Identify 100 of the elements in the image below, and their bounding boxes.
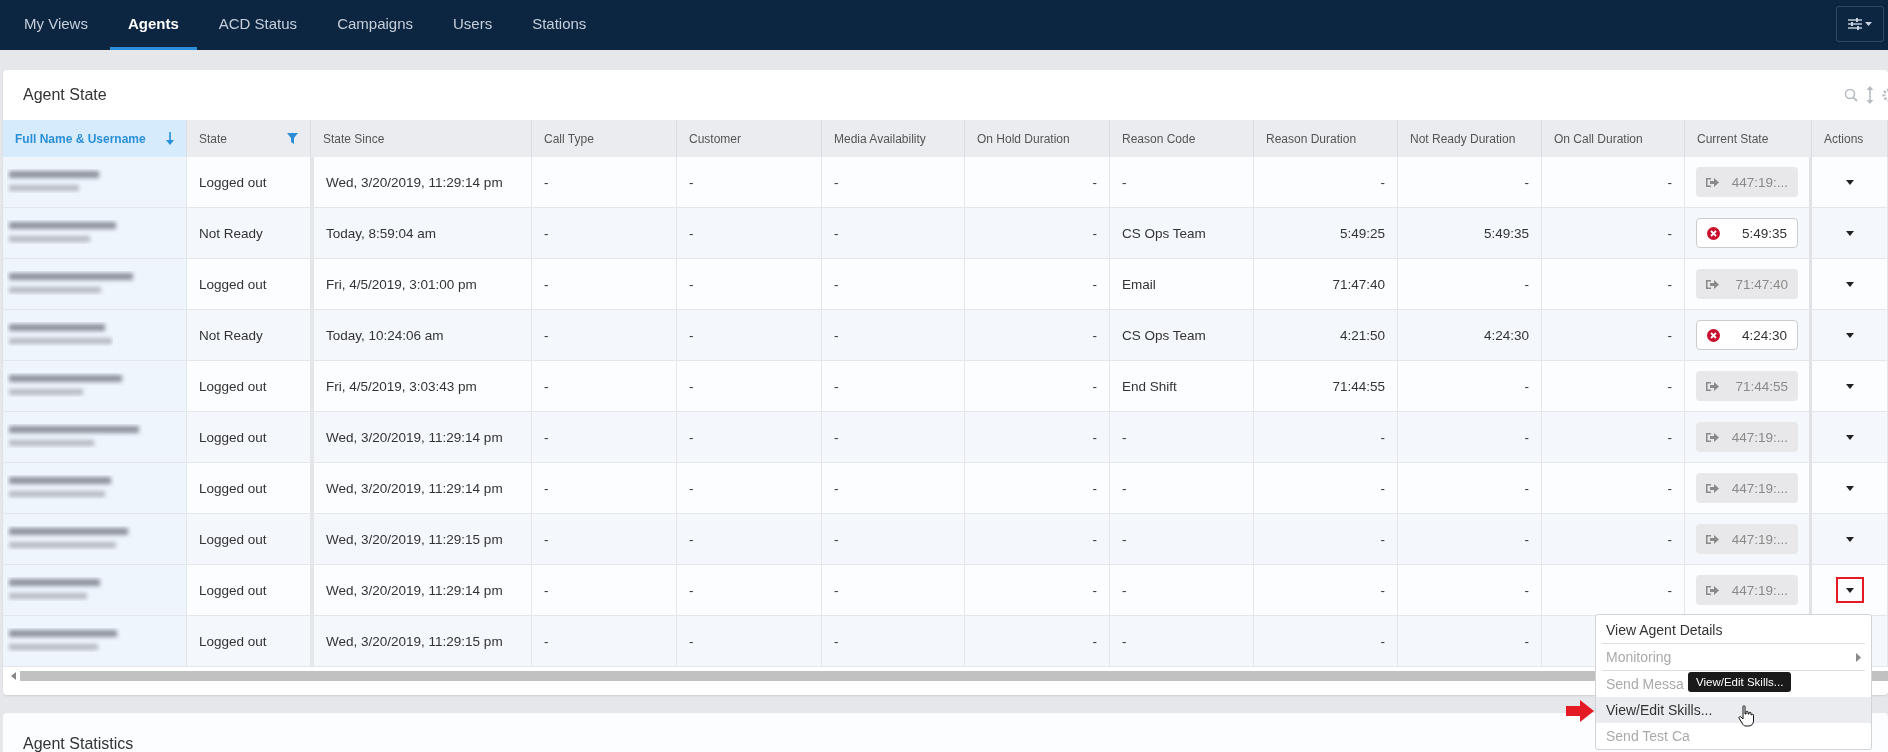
column-header[interactable]: Media Availability	[822, 120, 965, 157]
table-cell: -	[822, 463, 965, 514]
nav-tab[interactable]: ACD Status	[200, 0, 316, 50]
table-cell: -	[1110, 616, 1254, 667]
table-cell: -	[532, 208, 677, 259]
table-cell: Logged out	[187, 157, 311, 208]
caret-icon	[1845, 332, 1854, 338]
table-cell: -	[1254, 412, 1398, 463]
logout-icon	[1706, 176, 1719, 188]
table-cell: -	[1542, 514, 1685, 565]
table-cell: Wed, 3/20/2019, 11:29:14 pm	[311, 463, 532, 514]
panel-title: Agent State	[23, 86, 107, 104]
not-ready-icon	[1707, 328, 1720, 342]
actions-dropdown-button[interactable]	[1835, 577, 1864, 603]
table-cell: -	[677, 361, 822, 412]
state-timer-badge: 71:47:40	[1696, 269, 1798, 299]
table-cell: -	[1398, 412, 1542, 463]
menu-item[interactable]: View/Edit Skills...	[1596, 697, 1871, 723]
table-cell: CS Ops Team	[1110, 208, 1254, 259]
table-cell: -	[677, 514, 822, 565]
caret-icon	[1845, 179, 1854, 185]
table-cell: -	[1398, 463, 1542, 514]
table-cell: -	[1110, 463, 1254, 514]
table-cell: CS Ops Team	[1110, 310, 1254, 361]
state-timer-badge: 71:44:55	[1696, 371, 1798, 401]
table-cell: -	[965, 463, 1110, 514]
state-timer-badge: 4:24:30	[1696, 320, 1798, 350]
table-cell: -	[677, 412, 822, 463]
filter-icon[interactable]	[287, 133, 298, 144]
table-cell: -	[822, 412, 965, 463]
state-timer-badge: 447:19:...	[1696, 422, 1798, 452]
table-cell: -	[532, 157, 677, 208]
table-cell: -	[965, 310, 1110, 361]
table-cell: -	[965, 259, 1110, 310]
table-cell: -	[677, 463, 822, 514]
column-header[interactable]: Not Ready Duration	[1398, 120, 1542, 157]
table-cell: -	[965, 412, 1110, 463]
table-cell: -	[965, 361, 1110, 412]
sort-down-icon[interactable]	[166, 132, 174, 145]
table-cell: -	[1254, 565, 1398, 616]
table-cell: Not Ready	[187, 208, 311, 259]
table-cell: -	[822, 361, 965, 412]
table-cell: -	[965, 565, 1110, 616]
caret-icon	[1845, 230, 1854, 236]
panel-title: Agent Statistics	[23, 735, 134, 752]
column-header[interactable]: Reason Code	[1110, 120, 1254, 157]
table-cell: -	[677, 208, 822, 259]
column-header[interactable]: On Call Duration	[1542, 120, 1685, 157]
settings-menu-button[interactable]	[1836, 6, 1884, 42]
table-cell: Logged out	[187, 514, 311, 565]
table-cell: -	[1398, 259, 1542, 310]
state-timer-badge: 447:19:...	[1696, 575, 1798, 605]
table-cell: Logged out	[187, 259, 311, 310]
table-cell: 71:47:40	[1254, 259, 1398, 310]
column-header[interactable]: Reason Duration	[1254, 120, 1398, 157]
nav-tab[interactable]: Users	[435, 0, 511, 50]
column-header[interactable]: Call Type	[532, 120, 677, 157]
column-header[interactable]: Customer	[677, 120, 822, 157]
logout-icon	[1706, 431, 1719, 443]
table-cell: -	[532, 361, 677, 412]
nav-tab[interactable]: Agents	[109, 0, 197, 50]
tooltip: View/Edit Skills...	[1688, 672, 1792, 692]
nav-tab[interactable]: My Views	[6, 0, 106, 50]
table-cell: -	[677, 259, 822, 310]
nav-tab[interactable]: Campaigns	[319, 0, 431, 50]
table-cell: -	[822, 514, 965, 565]
column-header[interactable]: State Since	[311, 120, 532, 157]
table-cell: -	[1542, 565, 1685, 616]
table-cell: Fri, 4/5/2019, 3:03:43 pm	[311, 361, 532, 412]
scroll-left-icon[interactable]	[11, 672, 16, 680]
table-cell: -	[1110, 514, 1254, 565]
table-cell: -	[965, 157, 1110, 208]
table-cell: -	[1542, 310, 1685, 361]
logout-icon	[1706, 482, 1719, 494]
table-cell: Today, 10:24:06 am	[311, 310, 532, 361]
menu-item[interactable]: View Agent Details	[1596, 617, 1733, 643]
column-header[interactable]: Current State	[1685, 120, 1812, 157]
logout-icon	[1706, 584, 1719, 596]
state-timer-badge: 5:49:35	[1696, 218, 1798, 248]
table-cell: 4:21:50	[1254, 310, 1398, 361]
table-cell: End Shift	[1110, 361, 1254, 412]
table-cell: Logged out	[187, 616, 311, 667]
table-cell: -	[965, 514, 1110, 565]
table-cell: 4:24:30	[1398, 310, 1542, 361]
caret-icon	[1845, 383, 1854, 389]
table-cell: -	[532, 259, 677, 310]
table-cell: -	[677, 565, 822, 616]
table-cell: 71:44:55	[1254, 361, 1398, 412]
table-cell: -	[1254, 514, 1398, 565]
table-cell: 5:49:35	[1398, 208, 1542, 259]
nav-tab[interactable]: Stations	[514, 0, 605, 50]
column-header[interactable]: State	[187, 120, 311, 157]
logout-icon	[1706, 533, 1719, 545]
column-header[interactable]: On Hold Duration	[965, 120, 1110, 157]
arrow-icon	[1566, 700, 1594, 722]
column-header[interactable]: Actions	[1812, 120, 1888, 157]
table-cell: -	[822, 616, 965, 667]
table-cell: -	[1542, 412, 1685, 463]
table-cell: -	[1398, 157, 1542, 208]
caret-icon	[1845, 281, 1854, 287]
